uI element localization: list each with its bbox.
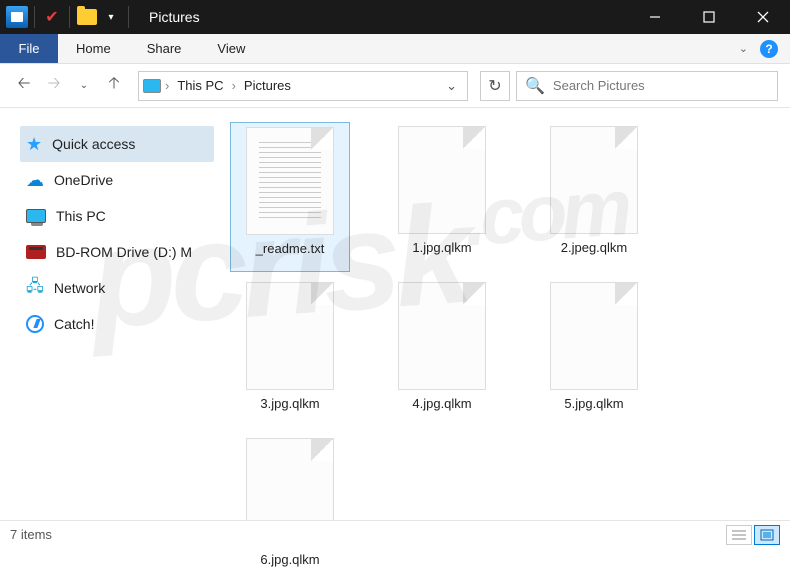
sidebar-item-network[interactable]: 🖧 Network xyxy=(20,270,214,306)
page-fold-icon xyxy=(311,283,333,305)
titlebar-left: ✔ ▾ Pictures xyxy=(0,6,200,28)
separator xyxy=(34,6,35,28)
qat-check-icon[interactable]: ✔ xyxy=(41,6,63,28)
sidebar-item-label: OneDrive xyxy=(54,172,113,188)
page-fold-icon xyxy=(311,439,333,461)
close-button[interactable] xyxy=(736,0,790,34)
sidebar-item-quick-access[interactable]: ★ Quick access xyxy=(20,126,214,162)
file-thumbnail xyxy=(246,127,334,235)
star-icon: ★ xyxy=(26,134,42,155)
sidebar-item-bdrom-drive[interactable]: BD-ROM Drive (D:) M xyxy=(20,234,214,270)
navigation-pane: ★ Quick access ☁ OneDrive This PC BD-ROM… xyxy=(0,108,220,520)
tab-share[interactable]: Share xyxy=(129,34,200,63)
drive-icon xyxy=(26,245,46,259)
search-input[interactable]: 🔍 Search Pictures xyxy=(516,71,778,101)
system-icon[interactable] xyxy=(6,6,28,28)
recent-locations-dropdown[interactable]: ⌄ xyxy=(72,74,96,98)
page-fold-icon xyxy=(463,283,485,305)
window-title: Pictures xyxy=(149,9,200,25)
file-item[interactable]: _readme.txt xyxy=(230,122,350,272)
search-icon: 🔍 xyxy=(525,76,545,96)
breadcrumb-root[interactable]: This PC xyxy=(173,78,227,93)
minimize-button[interactable] xyxy=(628,0,682,34)
sidebar-item-label: Catch! xyxy=(54,316,94,332)
file-name: 5.jpg.qlkm xyxy=(564,396,623,411)
status-bar: 7 items xyxy=(0,520,790,548)
sidebar-item-label: BD-ROM Drive (D:) M xyxy=(56,244,192,260)
page-fold-icon xyxy=(311,128,333,150)
file-item[interactable]: 3.jpg.qlkm xyxy=(230,278,350,428)
page-fold-icon xyxy=(463,127,485,149)
navigation-bar: 🡠 🡢 ⌄ 🡡 › This PC › Pictures ⌄ ↻ 🔍 Searc… xyxy=(0,64,790,108)
network-icon: 🖧 xyxy=(26,275,44,302)
search-placeholder: Search Pictures xyxy=(553,78,645,93)
file-thumbnail xyxy=(398,126,486,234)
forward-button[interactable]: 🡢 xyxy=(42,74,66,98)
maximize-button[interactable] xyxy=(682,0,736,34)
up-button[interactable]: 🡡 xyxy=(102,74,126,98)
help-icon[interactable]: ? xyxy=(760,40,778,58)
file-thumbnail xyxy=(550,282,638,390)
catch-icon xyxy=(26,315,44,333)
sidebar-item-catch[interactable]: Catch! xyxy=(20,306,214,342)
file-thumbnail xyxy=(550,126,638,234)
back-button[interactable]: 🡠 xyxy=(12,74,36,98)
explorer-body: ★ Quick access ☁ OneDrive This PC BD-ROM… xyxy=(0,108,790,520)
address-bar[interactable]: › This PC › Pictures ⌄ xyxy=(138,71,468,101)
file-name: _readme.txt xyxy=(256,241,325,256)
title-bar: ✔ ▾ Pictures xyxy=(0,0,790,34)
file-name: 6.jpg.qlkm xyxy=(260,552,319,567)
qat-dropdown-icon[interactable]: ▾ xyxy=(100,6,122,28)
tab-file[interactable]: File xyxy=(0,34,58,63)
file-item[interactable]: 5.jpg.qlkm xyxy=(534,278,654,428)
separator xyxy=(69,6,70,28)
expand-ribbon-icon[interactable]: ⌄ xyxy=(739,42,748,55)
page-fold-icon xyxy=(615,283,637,305)
separator xyxy=(128,6,129,28)
sidebar-item-this-pc[interactable]: This PC xyxy=(20,198,214,234)
address-dropdown-icon[interactable]: ⌄ xyxy=(440,78,463,94)
file-name: 4.jpg.qlkm xyxy=(412,396,471,411)
file-item[interactable]: 6.jpg.qlkm xyxy=(230,434,350,584)
file-item[interactable]: 1.jpg.qlkm xyxy=(382,122,502,272)
sidebar-item-label: Network xyxy=(54,280,105,296)
file-name: 2.jpeg.qlkm xyxy=(561,240,627,255)
file-pane[interactable]: _readme.txt 1.jpg.qlkm 2.jpeg.qlkm 3.jpg.ql… xyxy=(220,108,790,520)
ribbon-tabs: File Home Share View ⌄ ? xyxy=(0,34,790,64)
sidebar-item-label: Quick access xyxy=(52,136,135,152)
file-thumbnail xyxy=(398,282,486,390)
sidebar-item-onedrive[interactable]: ☁ OneDrive xyxy=(20,162,214,198)
cloud-icon: ☁ xyxy=(26,170,44,191)
monitor-icon xyxy=(26,209,46,223)
tab-view[interactable]: View xyxy=(199,34,263,63)
window-controls xyxy=(628,0,790,34)
view-details-button[interactable] xyxy=(726,525,752,545)
location-icon xyxy=(143,79,161,93)
file-item[interactable]: 2.jpeg.qlkm xyxy=(534,122,654,272)
file-name: 1.jpg.qlkm xyxy=(412,240,471,255)
sidebar-item-label: This PC xyxy=(56,208,106,224)
item-count: 7 items xyxy=(10,527,52,542)
page-fold-icon xyxy=(615,127,637,149)
chevron-right-icon[interactable]: › xyxy=(165,78,169,93)
view-large-icons-button[interactable] xyxy=(754,525,780,545)
ribbon-right: ⌄ ? xyxy=(739,34,790,63)
chevron-right-icon[interactable]: › xyxy=(232,78,236,93)
refresh-button[interactable]: ↻ xyxy=(480,71,510,101)
tab-home[interactable]: Home xyxy=(58,34,129,63)
file-thumbnail xyxy=(246,282,334,390)
file-item[interactable]: 4.jpg.qlkm xyxy=(382,278,502,428)
file-name: 3.jpg.qlkm xyxy=(260,396,319,411)
qat-folder-icon[interactable] xyxy=(76,6,98,28)
breadcrumb-folder[interactable]: Pictures xyxy=(240,78,295,93)
view-switcher xyxy=(726,525,780,545)
